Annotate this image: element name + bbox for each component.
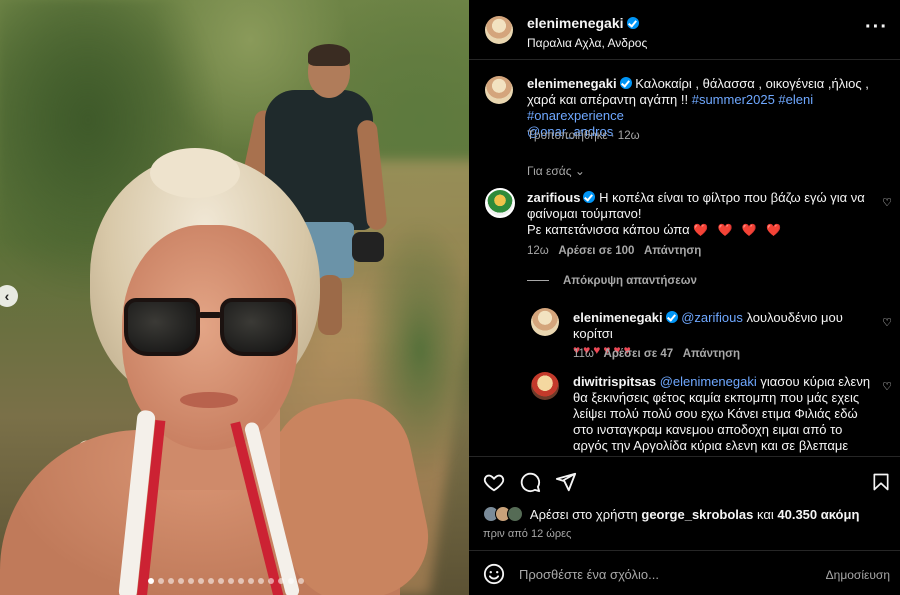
carousel-dot — [198, 578, 204, 584]
carousel-prev-button[interactable]: ‹ — [0, 285, 18, 307]
verified-badge-icon — [626, 17, 639, 29]
carousel-dot — [148, 578, 154, 584]
divider-line — [527, 280, 549, 282]
liker-avatars — [483, 506, 527, 522]
hide-replies-label: Απόκρυψη απαντήσεων — [563, 275, 697, 287]
more-options-icon[interactable]: ··· — [865, 16, 888, 39]
reply-button[interactable]: Απάντηση — [683, 348, 740, 360]
post-location[interactable]: Παραλια Αχλα, Ανδρος — [527, 36, 647, 50]
like-heart-icon[interactable] — [483, 471, 505, 493]
carousel-dot — [218, 578, 224, 584]
post-details-panel: elenimenegaki Παραλια Αχλα, Ανδρος ··· e… — [469, 0, 900, 595]
carousel-dot — [248, 578, 254, 584]
carousel-dot — [168, 578, 174, 584]
verified-badge-icon — [583, 191, 596, 203]
camera — [352, 232, 384, 262]
reply-meta: 11ω Αρέσει σε 47 Απάντηση — [573, 348, 740, 360]
reply-time: 11ω — [573, 348, 594, 360]
sunglasses-bridge — [198, 312, 222, 318]
action-bar — [469, 456, 900, 506]
reply-mention[interactable]: @elenimenegaki — [660, 374, 757, 389]
hide-replies-button[interactable]: Απόκρυψη απαντήσεων — [527, 275, 697, 287]
chevron-down-icon: ⌄ — [574, 164, 585, 178]
carousel-dot — [298, 578, 304, 584]
carousel-dot — [288, 578, 294, 584]
reply-likes[interactable]: Αρέσει σε 47 — [604, 348, 674, 360]
avatar[interactable] — [531, 308, 559, 336]
reply-button[interactable]: Απάντηση — [644, 245, 701, 257]
carousel-dot — [208, 578, 214, 584]
likes-count[interactable]: 40.350 ακόμη — [777, 507, 859, 522]
post-photo[interactable]: ‹ — [0, 0, 469, 595]
for-you-label: Για εσάς — [527, 164, 572, 178]
carousel-dot — [158, 578, 164, 584]
carousel-dot — [178, 578, 184, 584]
reply-username[interactable]: diwitrispitsas — [573, 374, 656, 389]
like-comment-heart-icon[interactable]: ♡ — [882, 196, 892, 209]
sunglasses-lens — [124, 298, 200, 356]
like-comment-heart-icon[interactable]: ♡ — [882, 380, 892, 393]
carousel-dots — [148, 578, 304, 584]
verified-badge-icon — [619, 77, 632, 89]
man-leg — [318, 275, 342, 335]
carousel-dot — [258, 578, 264, 584]
share-send-icon[interactable] — [555, 471, 577, 493]
post-timestamp[interactable]: πριν από 12 ώρες — [483, 528, 571, 540]
author-username[interactable]: elenimenegaki — [527, 15, 624, 31]
emoji-icon[interactable] — [483, 563, 505, 585]
woman-hair-bun — [150, 148, 240, 198]
avatar — [507, 506, 523, 522]
verified-badge-icon — [665, 311, 678, 323]
comment-text-2: Ρε καπετάνισσα κάπου ώπα — [527, 222, 690, 237]
carousel-dot — [228, 578, 234, 584]
comment-time: 12ω — [527, 245, 549, 257]
comments-scroll[interactable]: elenimenegaki Καλοκαίρι , θάλασσα , οικο… — [469, 60, 900, 456]
comment-input[interactable] — [519, 565, 819, 583]
man-hair — [308, 44, 350, 66]
avatar[interactable] — [485, 76, 513, 104]
post-comment-button[interactable]: Δημοσίευση — [826, 568, 890, 582]
likes-middle: και — [757, 507, 774, 522]
reply-mention[interactable]: @zarifious — [681, 310, 743, 325]
likes-summary: Αρέσει στο χρήστη george_skrobolas και 4… — [483, 506, 859, 522]
likes-prefix: Αρέσει στο χρήστη — [529, 507, 638, 522]
carousel-dot — [278, 578, 284, 584]
avatar[interactable] — [485, 188, 515, 218]
post-header: elenimenegaki Παραλια Αχλα, Ανδρος ··· — [469, 0, 900, 60]
comment-hearts: ❤️ ❤️ ❤️ ❤️ — [693, 223, 784, 237]
comment-username[interactable]: zarifious — [527, 190, 580, 205]
caption-username[interactable]: elenimenegaki — [527, 76, 617, 91]
carousel-dot — [238, 578, 244, 584]
save-bookmark-icon[interactable] — [871, 471, 891, 493]
comment-bubble-icon[interactable] — [519, 471, 541, 493]
caption-edited: Τροποποιήθηκε · 12ω — [527, 130, 640, 142]
carousel-dot — [268, 578, 274, 584]
post-author: elenimenegaki Παραλια Αχλα, Ανδρος — [527, 15, 647, 50]
reply-username[interactable]: elenimenegaki — [573, 310, 663, 325]
comment-meta: 12ω Αρέσει σε 100 Απάντηση — [527, 245, 701, 257]
carousel-dot — [188, 578, 194, 584]
avatar[interactable] — [485, 16, 513, 44]
reply: diwitrispitsas @elenimenegaki γιασου κύρ… — [573, 374, 873, 456]
comment: zarifious Η κοπέλα είναι το φίλτρο που β… — [527, 190, 867, 238]
comment-likes[interactable]: Αρέσει σε 100 — [558, 245, 634, 257]
for-you-filter[interactable]: Για εσάς ⌄ — [527, 164, 585, 178]
avatar[interactable] — [531, 372, 559, 400]
sunglasses-lens — [220, 298, 296, 356]
comment-bar: Δημοσίευση — [469, 550, 900, 595]
sunglasses — [124, 298, 296, 358]
like-comment-heart-icon[interactable]: ♡ — [882, 316, 892, 329]
woman-lips — [180, 392, 238, 408]
liker-username[interactable]: george_skrobolas — [641, 507, 753, 522]
